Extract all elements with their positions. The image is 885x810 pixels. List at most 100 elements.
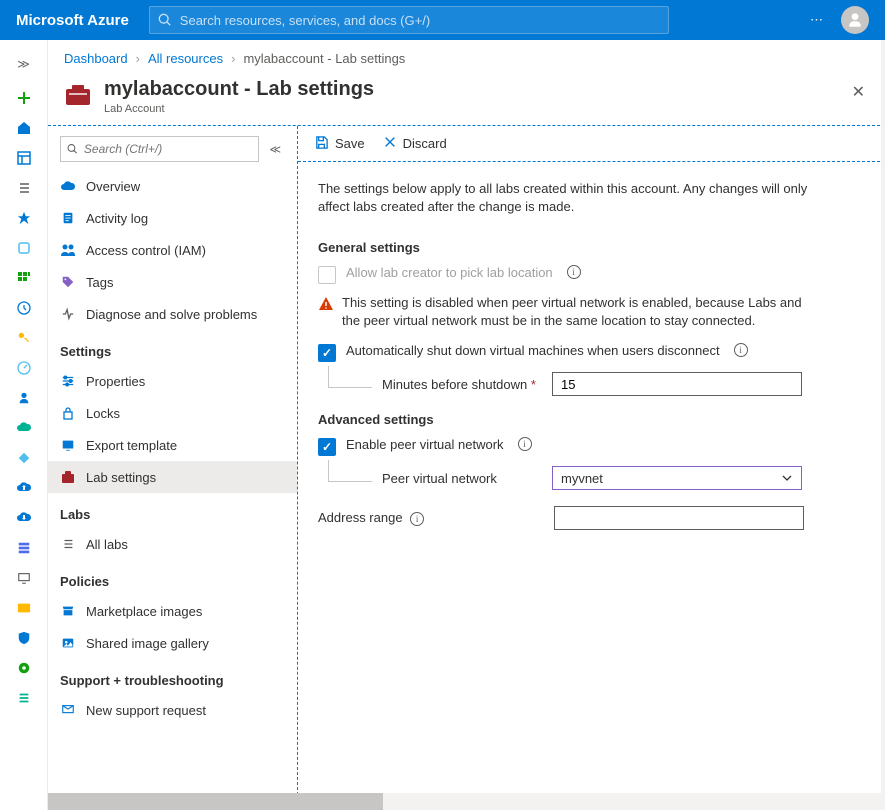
nav-all-labs[interactable]: All labs bbox=[48, 528, 297, 560]
user-avatar[interactable] bbox=[841, 6, 869, 34]
horizontal-scrollbar[interactable] bbox=[48, 793, 885, 810]
nav-properties[interactable]: Properties bbox=[48, 365, 297, 397]
diagnose-icon bbox=[61, 307, 75, 321]
nav-export-template[interactable]: Export template bbox=[48, 429, 297, 461]
support-icon bbox=[61, 703, 75, 717]
chevron-right-icon: › bbox=[136, 51, 140, 66]
nav-section-support: Support + troubleshooting bbox=[48, 659, 297, 694]
peer-vnet-select[interactable]: myvnet bbox=[552, 466, 802, 490]
overflow-menu-button[interactable]: ⋯ bbox=[810, 12, 825, 28]
page-subtitle: Lab Account bbox=[104, 103, 374, 115]
nav-new-support[interactable]: New support request bbox=[48, 694, 297, 726]
save-icon bbox=[314, 135, 329, 150]
location-warning-text: This setting is disabled when peer virtu… bbox=[342, 294, 818, 329]
nav-activity-log[interactable]: Activity log bbox=[48, 202, 297, 234]
menu-search-input[interactable] bbox=[84, 142, 253, 156]
auto-shutdown-label: Automatically shut down virtual machines… bbox=[346, 343, 720, 358]
lab-icon bbox=[60, 470, 76, 484]
nav-diagnose[interactable]: Diagnose and solve problems bbox=[48, 298, 297, 330]
rail-diamond-icon[interactable] bbox=[4, 444, 44, 472]
rail-monitor-icon[interactable] bbox=[4, 564, 44, 592]
allow-location-label: Allow lab creator to pick lab location bbox=[346, 265, 553, 280]
address-range-input[interactable] bbox=[554, 506, 804, 530]
address-range-label: Address range i bbox=[318, 510, 544, 526]
nav-access-control[interactable]: Access control (IAM) bbox=[48, 234, 297, 266]
resource-menu: ≪ Overview Activity log Access control (… bbox=[48, 126, 298, 810]
info-icon[interactable]: i bbox=[567, 265, 581, 279]
location-warning: This setting is disabled when peer virtu… bbox=[318, 294, 818, 329]
nav-shared-gallery[interactable]: Shared image gallery bbox=[48, 627, 297, 659]
info-icon[interactable]: i bbox=[518, 437, 532, 451]
rail-create-icon[interactable] bbox=[4, 84, 44, 112]
warning-icon bbox=[318, 296, 334, 312]
rail-disc-icon[interactable] bbox=[4, 654, 44, 682]
rail-lines-icon[interactable] bbox=[4, 684, 44, 712]
brand-logo[interactable]: Microsoft Azure bbox=[8, 12, 137, 29]
menu-search[interactable] bbox=[60, 136, 259, 162]
rail-person-icon[interactable] bbox=[4, 384, 44, 412]
rail-cloud-up-icon[interactable] bbox=[4, 474, 44, 502]
rail-dashboard-icon[interactable] bbox=[4, 144, 44, 172]
chevron-right-icon: › bbox=[231, 51, 235, 66]
nav-tags[interactable]: Tags bbox=[48, 266, 297, 298]
rail-expand-button[interactable]: ≫ bbox=[17, 46, 30, 82]
rail-cloud1-icon[interactable] bbox=[4, 414, 44, 442]
auto-shutdown-checkbox[interactable] bbox=[318, 344, 336, 362]
collapse-menu-button[interactable]: ≪ bbox=[265, 139, 285, 160]
page-header: mylabaccount - Lab settings Lab Account … bbox=[48, 76, 885, 125]
sliders-icon bbox=[61, 374, 75, 388]
settings-description: The settings below apply to all labs cre… bbox=[318, 180, 818, 216]
vertical-scrollbar[interactable] bbox=[881, 40, 885, 793]
global-search-input[interactable] bbox=[180, 13, 660, 28]
rail-clock-icon[interactable] bbox=[4, 294, 44, 322]
info-icon[interactable]: i bbox=[410, 512, 424, 526]
minutes-before-shutdown-label: Minutes before shutdown * bbox=[382, 377, 552, 392]
enable-peer-vnet-checkbox[interactable] bbox=[318, 438, 336, 456]
info-icon[interactable]: i bbox=[734, 343, 748, 357]
nav-overview[interactable]: Overview bbox=[48, 170, 297, 202]
rail-wallet-icon[interactable] bbox=[4, 594, 44, 622]
breadcrumb-all-resources[interactable]: All resources bbox=[148, 51, 223, 66]
rail-grid-icon[interactable] bbox=[4, 264, 44, 292]
connector-line bbox=[328, 460, 372, 482]
gallery-icon bbox=[61, 636, 75, 650]
breadcrumb-current: mylabaccount - Lab settings bbox=[243, 51, 405, 66]
rail-cloud-down-icon[interactable] bbox=[4, 504, 44, 532]
content-pane: Save Discard The settings below apply to… bbox=[298, 126, 885, 810]
command-bar: Save Discard bbox=[298, 126, 885, 162]
discard-button[interactable]: Discard bbox=[383, 135, 447, 152]
advanced-settings-heading: Advanced settings bbox=[318, 412, 865, 427]
rail-shield-icon[interactable] bbox=[4, 624, 44, 652]
rail-list-icon[interactable] bbox=[4, 174, 44, 202]
rail-home-icon[interactable] bbox=[4, 114, 44, 142]
breadcrumb-dashboard[interactable]: Dashboard bbox=[64, 51, 128, 66]
global-search[interactable] bbox=[149, 6, 669, 34]
page-title: mylabaccount - Lab settings bbox=[104, 78, 374, 101]
save-button[interactable]: Save bbox=[314, 135, 365, 153]
enable-peer-vnet-label: Enable peer virtual network bbox=[346, 437, 504, 452]
nav-locks[interactable]: Locks bbox=[48, 397, 297, 429]
discard-icon bbox=[383, 135, 397, 149]
left-rail: ≫ bbox=[0, 40, 48, 810]
rail-favorites-icon[interactable] bbox=[4, 204, 44, 232]
rail-stack-icon[interactable] bbox=[4, 534, 44, 562]
close-blade-button[interactable]: ✕ bbox=[848, 78, 869, 106]
nav-section-policies: Policies bbox=[48, 560, 297, 595]
export-icon bbox=[61, 438, 75, 452]
cloud-icon bbox=[60, 179, 76, 193]
nav-section-labs: Labs bbox=[48, 493, 297, 528]
nav-section-settings: Settings bbox=[48, 330, 297, 365]
lab-account-icon bbox=[64, 82, 92, 108]
nav-marketplace-images[interactable]: Marketplace images bbox=[48, 595, 297, 627]
rail-key-icon[interactable] bbox=[4, 324, 44, 352]
allow-location-checkbox bbox=[318, 266, 336, 284]
nav-lab-settings[interactable]: Lab settings bbox=[48, 461, 297, 493]
list-icon bbox=[61, 537, 75, 551]
rail-gauge-icon[interactable] bbox=[4, 354, 44, 382]
general-settings-heading: General settings bbox=[318, 240, 865, 255]
lock-icon bbox=[62, 406, 74, 420]
minutes-before-shutdown-input[interactable] bbox=[552, 372, 802, 396]
rail-service-icon[interactable] bbox=[4, 234, 44, 262]
chevron-down-icon bbox=[781, 472, 793, 484]
connector-line bbox=[328, 366, 372, 388]
